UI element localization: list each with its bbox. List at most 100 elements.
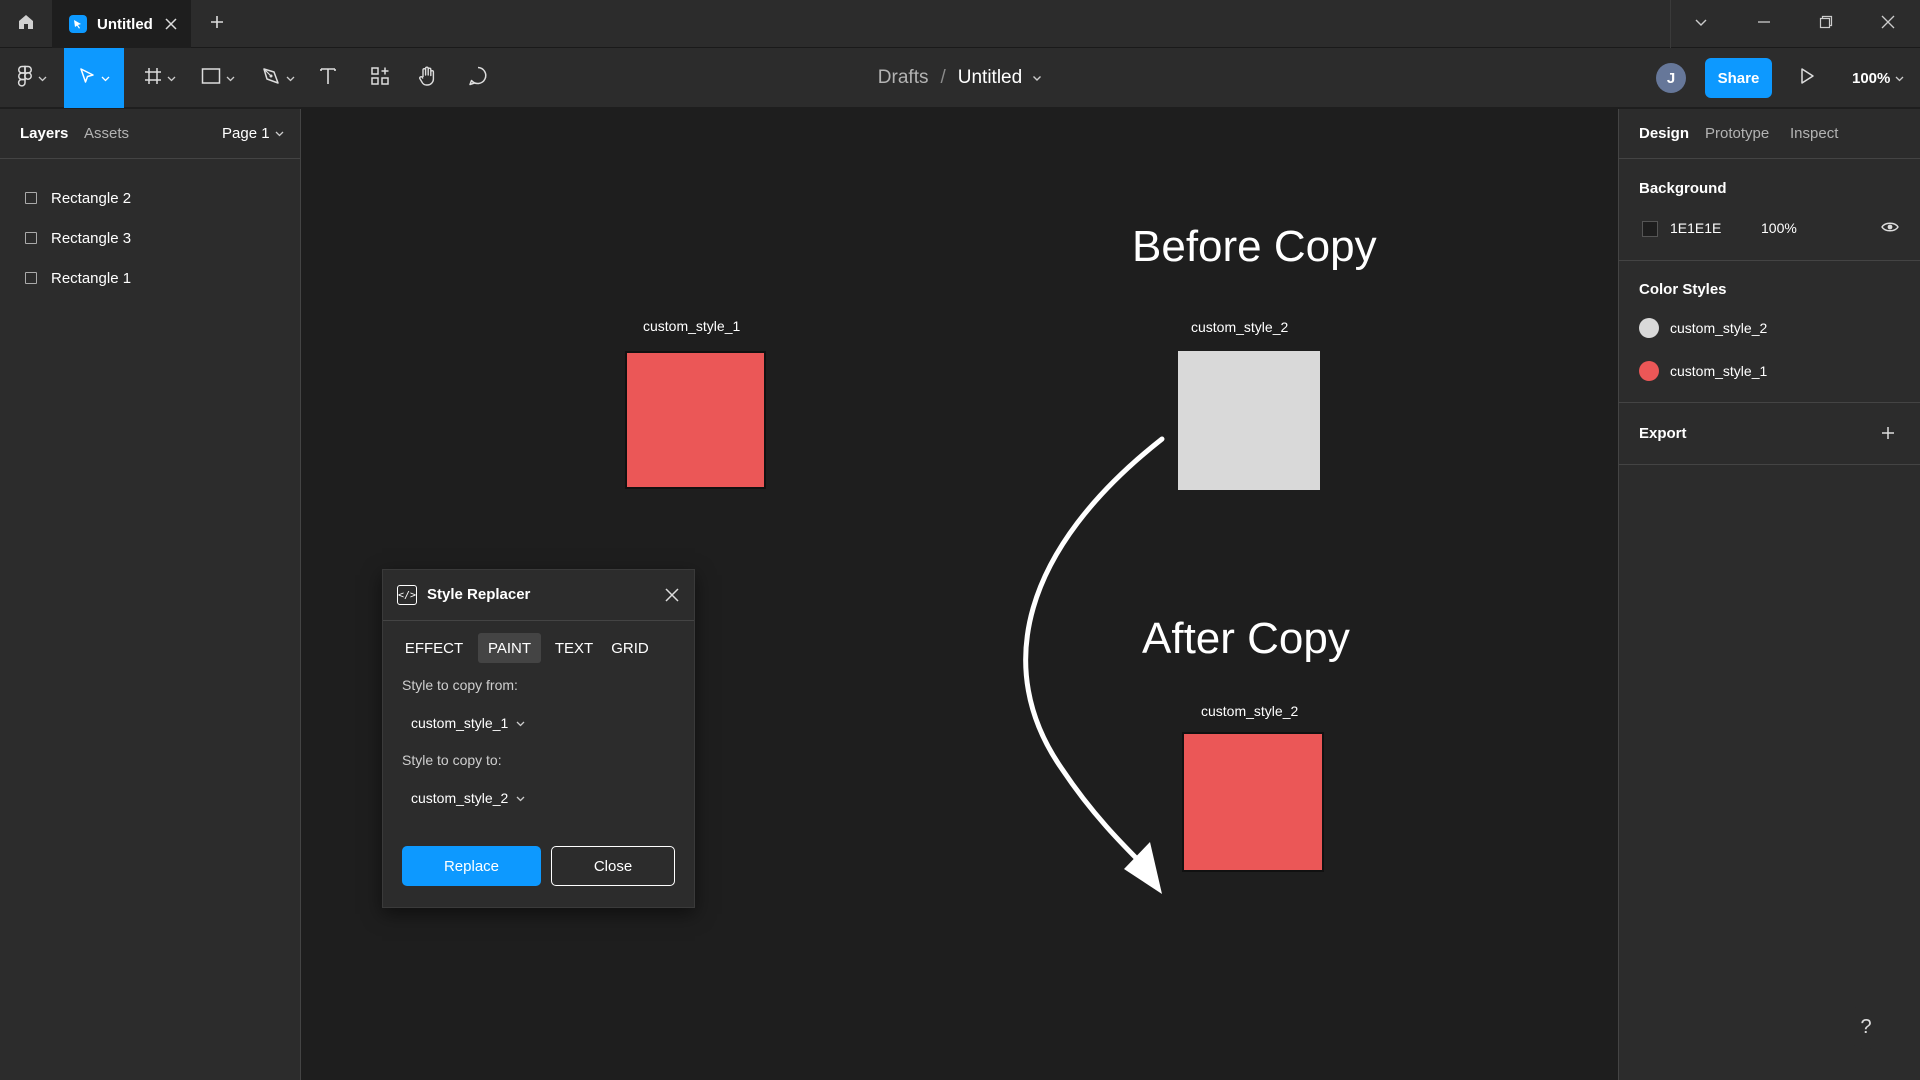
color-styles-section-title: Color Styles bbox=[1639, 281, 1727, 298]
color-style-item[interactable]: custom_style_1 bbox=[1639, 359, 1767, 383]
tabs-dropdown-button[interactable] bbox=[1687, 10, 1715, 38]
tab-inspect[interactable]: Inspect bbox=[1790, 125, 1838, 142]
properties-panel: Design Prototype Inspect Background 1E1E… bbox=[1618, 109, 1920, 1080]
cursor-icon bbox=[78, 67, 96, 90]
present-button[interactable] bbox=[1795, 66, 1819, 90]
section-divider bbox=[1619, 402, 1920, 403]
layer-label: Rectangle 2 bbox=[51, 189, 132, 207]
comment-icon bbox=[467, 65, 489, 92]
section-divider bbox=[1619, 260, 1920, 261]
export-section-title: Export bbox=[1639, 425, 1687, 442]
move-tool-button[interactable] bbox=[64, 48, 124, 108]
file-tab[interactable]: Untitled bbox=[52, 0, 191, 48]
color-style-swatch bbox=[1639, 361, 1659, 381]
zoom-dropdown[interactable]: 100% bbox=[1852, 48, 1904, 108]
tab-prototype[interactable]: Prototype bbox=[1705, 125, 1769, 142]
layers-panel: Layers Assets Page 1 Rectangle 2 Rectang… bbox=[0, 109, 301, 1080]
window-close-icon bbox=[1881, 15, 1895, 34]
layer-row[interactable]: Rectangle 3 bbox=[0, 218, 300, 258]
tab-design[interactable]: Design bbox=[1639, 125, 1689, 142]
copy-from-select[interactable]: custom_style_1 bbox=[411, 715, 525, 731]
text-tool-button[interactable] bbox=[316, 48, 340, 108]
tab-layers[interactable]: Layers bbox=[20, 125, 68, 142]
user-avatar[interactable]: J bbox=[1656, 63, 1686, 93]
frame-tool-button[interactable] bbox=[138, 48, 182, 108]
restore-icon bbox=[1819, 15, 1833, 34]
chevron-down-icon bbox=[1895, 74, 1904, 83]
main-menu-button[interactable] bbox=[10, 48, 54, 108]
chevron-down-icon bbox=[38, 74, 47, 83]
comment-tool-button[interactable] bbox=[464, 48, 492, 108]
background-opacity-input[interactable]: 100% bbox=[1761, 220, 1797, 236]
minimize-icon bbox=[1757, 15, 1771, 34]
color-style-swatch bbox=[1639, 318, 1659, 338]
copy-to-select[interactable]: custom_style_2 bbox=[411, 790, 525, 806]
plus-icon[interactable] bbox=[1878, 423, 1898, 443]
copy-from-label: Style to copy from: bbox=[402, 677, 518, 693]
breadcrumb-drafts[interactable]: Drafts bbox=[878, 67, 929, 89]
frame-hash-icon bbox=[144, 67, 162, 90]
tab-assets[interactable]: Assets bbox=[84, 125, 129, 142]
tab-effect[interactable]: EFFECT bbox=[402, 633, 466, 663]
right-panel-tabs: Design Prototype Inspect bbox=[1619, 109, 1920, 159]
help-button[interactable]: ? bbox=[1844, 1005, 1888, 1049]
eye-icon[interactable] bbox=[1881, 220, 1899, 234]
home-button[interactable] bbox=[0, 0, 52, 48]
rectangle-layer-icon bbox=[25, 232, 37, 244]
color-style-label: custom_style_2 bbox=[1670, 320, 1768, 336]
share-button[interactable]: Share bbox=[1705, 58, 1772, 98]
window-close-button[interactable] bbox=[1874, 10, 1902, 38]
chevron-down-icon bbox=[275, 129, 284, 138]
layer-row[interactable]: Rectangle 1 bbox=[0, 258, 300, 298]
replace-button[interactable]: Replace bbox=[402, 846, 541, 886]
text-icon bbox=[318, 66, 338, 91]
dialog-header: </> Style Replacer bbox=[383, 570, 694, 621]
section-divider bbox=[1619, 464, 1920, 465]
layer-row[interactable]: Rectangle 2 bbox=[0, 178, 300, 218]
hand-tool-button[interactable] bbox=[414, 48, 442, 108]
breadcrumb-separator: / bbox=[940, 67, 946, 88]
rectangle-icon bbox=[201, 67, 221, 90]
background-hex-input[interactable]: 1E1E1E bbox=[1670, 220, 1721, 236]
background-color-swatch[interactable] bbox=[1642, 221, 1658, 237]
minimize-button[interactable] bbox=[1750, 10, 1778, 38]
tab-title: Untitled bbox=[97, 15, 153, 33]
chevron-down-icon bbox=[516, 719, 525, 728]
rectangle-layer-icon bbox=[25, 192, 37, 204]
color-style-item[interactable]: custom_style_2 bbox=[1639, 316, 1767, 340]
file-name[interactable]: Untitled bbox=[958, 67, 1022, 89]
tab-paint[interactable]: PAINT bbox=[478, 633, 541, 663]
resources-tool-button[interactable] bbox=[366, 48, 394, 108]
toolbar: Drafts / Untitled J Share 100% bbox=[0, 48, 1920, 108]
left-panel-tabs: Layers Assets Page 1 bbox=[0, 109, 300, 159]
close-icon[interactable] bbox=[165, 18, 177, 30]
components-icon bbox=[370, 66, 390, 91]
close-icon[interactable] bbox=[661, 584, 683, 606]
copy-to-value: custom_style_2 bbox=[411, 790, 509, 806]
style-replacer-dialog: </> Style Replacer EFFECT PAINT TEXT GRI… bbox=[382, 569, 695, 908]
play-icon bbox=[1799, 67, 1815, 90]
page-selector[interactable]: Page 1 bbox=[222, 125, 284, 142]
zoom-level: 100% bbox=[1852, 69, 1891, 87]
chevron-down-icon bbox=[226, 74, 235, 83]
plus-icon bbox=[210, 15, 224, 34]
layer-label: Rectangle 3 bbox=[51, 229, 132, 247]
pen-icon bbox=[261, 66, 281, 91]
background-section-title: Background bbox=[1639, 180, 1727, 197]
chevron-down-icon bbox=[167, 74, 176, 83]
chevron-down-icon bbox=[101, 74, 110, 83]
page-name: Page 1 bbox=[222, 125, 270, 142]
new-tab-button[interactable] bbox=[205, 12, 229, 36]
tab-text[interactable]: TEXT bbox=[550, 633, 598, 663]
shape-tool-button[interactable] bbox=[196, 48, 240, 108]
chevron-down-icon bbox=[286, 74, 295, 83]
tab-grid[interactable]: GRID bbox=[606, 633, 654, 663]
title-bar: Untitled bbox=[0, 0, 1920, 48]
close-button[interactable]: Close bbox=[551, 846, 675, 886]
copy-to-label: Style to copy to: bbox=[402, 752, 502, 768]
chevron-down-icon[interactable] bbox=[1032, 73, 1042, 83]
layer-label: Rectangle 1 bbox=[51, 269, 132, 287]
copy-from-value: custom_style_1 bbox=[411, 715, 509, 731]
restore-button[interactable] bbox=[1812, 10, 1840, 38]
pen-tool-button[interactable] bbox=[256, 48, 300, 108]
